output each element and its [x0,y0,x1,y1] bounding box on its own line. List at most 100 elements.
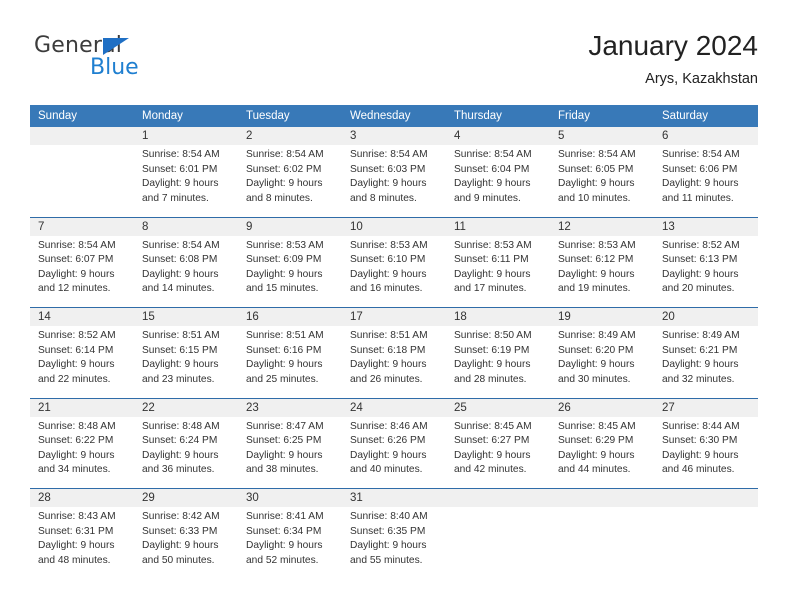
week-daynumber-row: 14 15 16 17 18 19 20 [30,307,758,326]
daylight-2-text: and 38 minutes. [246,464,319,476]
daylight-1-text: Daylight: 9 hours [454,178,531,190]
sunset-text: Sunset: 6:27 PM [454,435,530,447]
daylight-2-text: and 12 minutes. [38,283,111,295]
day-detail-cell: Sunrise: 8:53 AM Sunset: 6:12 PM Daylight:… [550,235,654,308]
sunset-text: Sunset: 6:20 PM [558,344,634,356]
sunset-text: Sunset: 6:19 PM [454,344,530,356]
day-detail-cell: Sunrise: 8:54 AM Sunset: 6:06 PM Daylight:… [654,145,758,217]
day-detail-cell: Sunrise: 8:52 AM Sunset: 6:14 PM Daylight:… [30,326,134,398]
day-number-cell[interactable]: 4 [446,127,550,145]
daylight-1-text: Daylight: 9 hours [662,268,739,280]
sunrise-text: Sunrise: 8:53 AM [350,239,428,251]
day-number-cell[interactable]: 22 [134,397,238,417]
day-number-cell[interactable]: 20 [654,307,758,326]
general-blue-logo[interactable]: General Blue [34,33,214,89]
day-detail-cell: Sunrise: 8:53 AM Sunset: 6:11 PM Daylight:… [446,235,550,308]
daylight-2-text: and 19 minutes. [558,283,631,295]
day-detail-cell: Sunrise: 8:47 AM Sunset: 6:25 PM Daylight:… [238,416,342,489]
day-detail-cell: Sunrise: 8:49 AM Sunset: 6:20 PM Daylight:… [550,326,654,398]
daylight-2-text: and 10 minutes. [558,192,631,204]
daylight-2-text: and 50 minutes. [142,554,215,566]
weekday-header-wednesday: Wednesday [342,105,446,127]
day-number-cell[interactable]: 29 [134,488,238,507]
daylight-2-text: and 30 minutes. [558,373,631,385]
day-number-cell[interactable]: 23 [238,397,342,417]
day-number-cell[interactable]: 24 [342,397,446,417]
day-detail-cell: Sunrise: 8:54 AM Sunset: 6:03 PM Daylight:… [342,145,446,217]
day-number-cell[interactable]: 28 [30,488,134,507]
week-daynumber-row: 123456 [30,127,758,145]
sunset-text: Sunset: 6:30 PM [662,435,738,447]
sunrise-text: Sunrise: 8:40 AM [350,511,428,522]
sunrise-text: Sunrise: 8:54 AM [38,239,116,251]
daylight-1-text: Daylight: 9 hours [246,449,323,461]
day-number-cell[interactable]: 7 [30,216,134,236]
sunrise-text: Sunrise: 8:54 AM [142,239,220,251]
empty-day-number-cell [654,488,758,507]
day-number-cell[interactable]: 31 [342,488,446,507]
empty-day-number-cell [446,488,550,507]
sunrise-text: Sunrise: 8:52 AM [662,239,740,251]
day-number-cell[interactable]: 1 [134,127,238,145]
day-number-cell[interactable]: 13 [654,216,758,236]
day-number-cell[interactable]: 18 [446,307,550,326]
daylight-1-text: Daylight: 9 hours [454,268,531,280]
day-number-cell[interactable]: 15 [134,307,238,326]
daylight-1-text: Daylight: 9 hours [142,359,219,371]
day-number-cell[interactable]: 9 [238,216,342,236]
title-block: January 2024 Arys, Kazakhstan [338,28,758,89]
sunrise-text: Sunrise: 8:42 AM [142,511,220,522]
daylight-2-text: and 34 minutes. [38,464,111,476]
day-number-cell[interactable]: 26 [550,397,654,417]
sunrise-text: Sunrise: 8:51 AM [246,330,324,341]
day-number-cell[interactable]: 25 [446,397,550,417]
day-number-cell[interactable]: 16 [238,307,342,326]
daylight-2-text: and 23 minutes. [142,373,215,385]
day-number-cell[interactable]: 8 [134,216,238,236]
daylight-1-text: Daylight: 9 hours [246,178,323,190]
sunset-text: Sunset: 6:01 PM [142,163,218,175]
week-info-row: Sunrise: 8:54 AM Sunset: 6:01 PM Daylight:… [30,145,758,217]
day-detail-cell: Sunrise: 8:54 AM Sunset: 6:02 PM Daylight:… [238,145,342,217]
day-detail-cell: Sunrise: 8:44 AM Sunset: 6:30 PM Daylight:… [654,416,758,489]
weekday-header-sunday: Sunday [30,105,134,127]
sunrise-text: Sunrise: 8:54 AM [454,149,532,160]
sunrise-text: Sunrise: 8:51 AM [142,330,220,341]
daylight-2-text: and 26 minutes. [350,373,423,385]
sunset-text: Sunset: 6:34 PM [246,525,322,537]
daylight-2-text: and 8 minutes. [246,192,313,204]
sunset-text: Sunset: 6:03 PM [350,163,426,175]
daylight-1-text: Daylight: 9 hours [558,178,635,190]
day-number-cell[interactable]: 27 [654,397,758,417]
sunset-text: Sunset: 6:24 PM [142,435,218,447]
day-number-cell[interactable]: 19 [550,307,654,326]
sunset-text: Sunset: 6:25 PM [246,435,322,447]
week-info-row: Sunrise: 8:43 AM Sunset: 6:31 PM Daylight:… [30,507,758,579]
day-number-cell[interactable]: 14 [30,307,134,326]
daylight-2-text: and 48 minutes. [38,554,111,566]
day-number-cell[interactable]: 2 [238,127,342,145]
daylight-2-text: and 44 minutes. [558,464,631,476]
daylight-1-text: Daylight: 9 hours [38,540,115,552]
day-detail-cell: Sunrise: 8:51 AM Sunset: 6:15 PM Daylight:… [134,326,238,398]
daylight-2-text: and 14 minutes. [142,283,215,295]
day-number-cell[interactable]: 11 [446,216,550,236]
sunrise-text: Sunrise: 8:54 AM [558,149,636,160]
daylight-2-text: and 11 minutes. [662,192,734,204]
day-number-cell[interactable]: 5 [550,127,654,145]
calendar-body: 1 2 3 4 5 6 Sunrise: 8:54 AM Sunset: 6:01 PM Day… [30,127,758,579]
day-number-cell[interactable]: 3 [342,127,446,145]
daylight-2-text: and 42 minutes. [454,464,527,476]
day-number-cell[interactable]: 17 [342,307,446,326]
day-number-cell[interactable]: 21 [30,397,134,417]
day-number-cell[interactable]: 12 [550,216,654,236]
sunset-text: Sunset: 6:22 PM [38,435,114,447]
page-header: General Blue January 2024 Arys, Kazakhst… [0,0,792,98]
day-number-cell[interactable]: 10 [342,216,446,236]
day-number-cell[interactable]: 6 [654,127,758,145]
calendar-header-row: Sunday Monday Tuesday Wednesday Thursday… [30,105,758,127]
daylight-1-text: Daylight: 9 hours [38,268,115,280]
sunrise-text: Sunrise: 8:50 AM [454,330,532,341]
day-number-cell[interactable]: 30 [238,488,342,507]
sunrise-text: Sunrise: 8:48 AM [142,420,220,432]
